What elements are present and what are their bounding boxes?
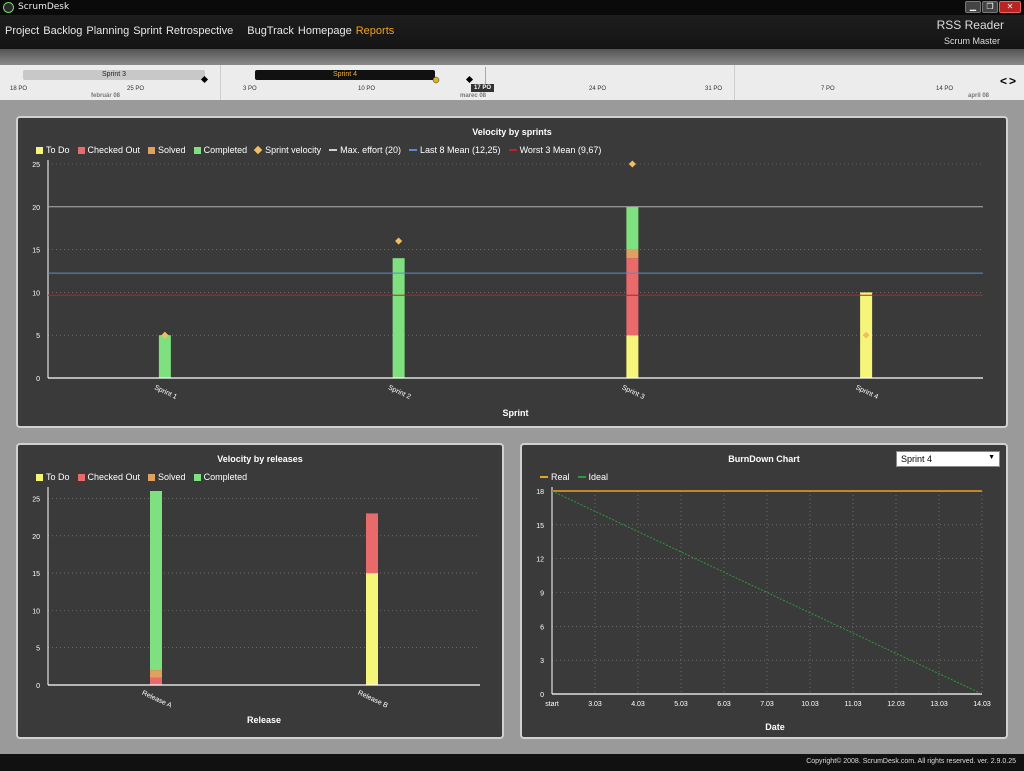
x-tick-label: start (545, 701, 559, 708)
bar-segment (392, 258, 405, 378)
x-tick-label: 3.03 (588, 701, 602, 708)
timeline-nav-arrows[interactable]: <> (1000, 74, 1018, 88)
burndown-panel: BurnDown Chart Sprint 4 ▼ Real Ideal 036… (520, 443, 1008, 739)
timeline-tick: 25 PO (127, 86, 145, 92)
velocity-by-sprints-panel: Velocity by sprints To Do Checked Out So… (16, 116, 1008, 428)
timeline-tick: 10 PO (358, 86, 376, 92)
x-axis-title: Date (765, 722, 785, 732)
y-tick-label: 25 (32, 162, 40, 169)
y-tick-label: 20 (32, 534, 40, 541)
y-tick-label: 15 (32, 248, 40, 255)
bar-segment (366, 573, 378, 685)
timeline-month: február 08 (91, 93, 121, 99)
window-title: ScrumDesk (18, 2, 70, 12)
menu-project[interactable]: Project (5, 25, 39, 37)
y-tick-label: 25 (32, 496, 40, 503)
x-tick-label: Sprint 2 (387, 384, 412, 401)
timeline-tick: 3 PO (243, 86, 257, 92)
menu-bugtrack[interactable]: BugTrack (247, 25, 294, 37)
x-tick-label: Sprint 1 (153, 384, 178, 401)
app-logo-icon (3, 2, 14, 13)
bar-segment (150, 670, 162, 678)
velocity-point (395, 237, 403, 245)
menu-bar: Project Backlog Planning Sprint Retrospe… (0, 15, 1024, 49)
x-tick-label: 11.03 (845, 701, 862, 708)
x-tick-label: Release A (141, 690, 173, 710)
x-tick-label: 7.03 (760, 701, 774, 708)
milestone-marker (432, 76, 440, 84)
rss-reader-link[interactable]: RSS Reader (937, 18, 1004, 32)
milestone-marker (200, 75, 209, 84)
y-tick-label: 6 (540, 624, 544, 631)
x-tick-label: 13.03 (930, 701, 948, 708)
y-tick-label: 9 (540, 591, 544, 598)
timeline-month: marec 08 (460, 93, 487, 99)
bar-segment (626, 335, 639, 378)
main-menu: Project Backlog Planning Sprint Retrospe… (5, 25, 398, 37)
x-tick-label: Sprint 3 (621, 384, 646, 401)
timeline-tick: 7 PO (821, 86, 835, 92)
y-tick-label: 15 (32, 571, 40, 578)
y-tick-label: 15 (536, 523, 544, 530)
bar-segment (626, 206, 639, 250)
timeline-month: apríl 08 (968, 93, 990, 99)
menu-homepage[interactable]: Homepage (298, 25, 352, 37)
menu-planning[interactable]: Planning (86, 25, 129, 37)
y-tick-label: 10 (32, 290, 40, 297)
milestone-marker (465, 75, 474, 84)
x-tick-label: Sprint 4 (854, 384, 879, 401)
menu-reports[interactable]: Reports (356, 25, 395, 37)
velocity-by-releases-panel: Velocity by releases To Do Checked Out S… (16, 443, 504, 739)
close-button[interactable]: ✕ (999, 1, 1021, 13)
footer: Copyright© 2008. ScrumDesk.com. All righ… (0, 754, 1024, 771)
bar-segment (150, 491, 162, 671)
y-tick-label: 0 (36, 683, 40, 690)
separator-bar (0, 49, 1024, 65)
today-badge: 17 PO (471, 84, 495, 92)
x-tick-label: 5.03 (674, 701, 688, 708)
bar-segment (626, 258, 639, 336)
x-tick-label: 4.03 (631, 701, 645, 708)
y-tick-label: 3 (540, 658, 544, 665)
x-tick-label: 12.03 (887, 701, 905, 708)
menu-retrospective[interactable]: Retrospective (166, 25, 233, 37)
y-tick-label: 5 (36, 646, 40, 653)
y-tick-label: 0 (540, 692, 544, 699)
y-tick-label: 5 (36, 333, 40, 340)
bar-segment (150, 677, 162, 685)
timeline-tick: 14 PO (936, 86, 954, 92)
velocity-point (628, 160, 636, 168)
title-bar: ScrumDesk ▁ ❐ ✕ (0, 0, 1024, 15)
menu-sprint[interactable]: Sprint (133, 25, 162, 37)
y-tick-label: 20 (32, 205, 40, 212)
user-role: Scrum Master (943, 36, 1000, 46)
timeline-tick: 31 PO (705, 86, 723, 92)
y-tick-label: 12 (536, 557, 544, 564)
menu-backlog[interactable]: Backlog (43, 25, 82, 37)
timeline-tick: 18 PO (10, 86, 28, 92)
x-tick-label: 6.03 (717, 701, 731, 708)
x-axis-title: Sprint (503, 408, 529, 418)
timeline-markers (200, 75, 474, 84)
sprint-timeline[interactable]: Sprint 3 Sprint 4 18 PO 25 PO 3 PO 10 PO… (0, 65, 1024, 100)
x-axis-title: Release (247, 715, 281, 725)
y-tick-label: 0 (36, 376, 40, 383)
x-tick-label: 10.03 (801, 701, 819, 708)
minimize-button[interactable]: ▁ (965, 1, 981, 13)
velocity-by-sprints-chart: 0 5 10 15 20 25 Sprint 1 Sprint 2 Sprint 3 Sprint… (32, 160, 983, 418)
y-tick-label: 18 (536, 489, 544, 496)
bar-segment (626, 249, 639, 259)
y-tick-label: 10 (32, 608, 40, 615)
maximize-button[interactable]: ❐ (982, 1, 998, 13)
bar-segment (158, 335, 171, 378)
today-marker (485, 67, 486, 85)
velocity-by-releases-chart: 0 5 10 15 20 25 Release A Release B Release (32, 487, 480, 725)
burndown-chart: 0 3 6 9 12 15 18 start 3.03 4.03 5.03 6.03 7.03 10.03… (536, 487, 991, 732)
x-tick-label: 14.03 (973, 701, 991, 708)
copyright-text: Copyright© 2008. ScrumDesk.com. All righ… (806, 758, 1016, 765)
x-tick-label: Release B (357, 690, 390, 710)
bar-segment (366, 513, 378, 574)
timeline-tick: 24 PO (589, 86, 607, 92)
